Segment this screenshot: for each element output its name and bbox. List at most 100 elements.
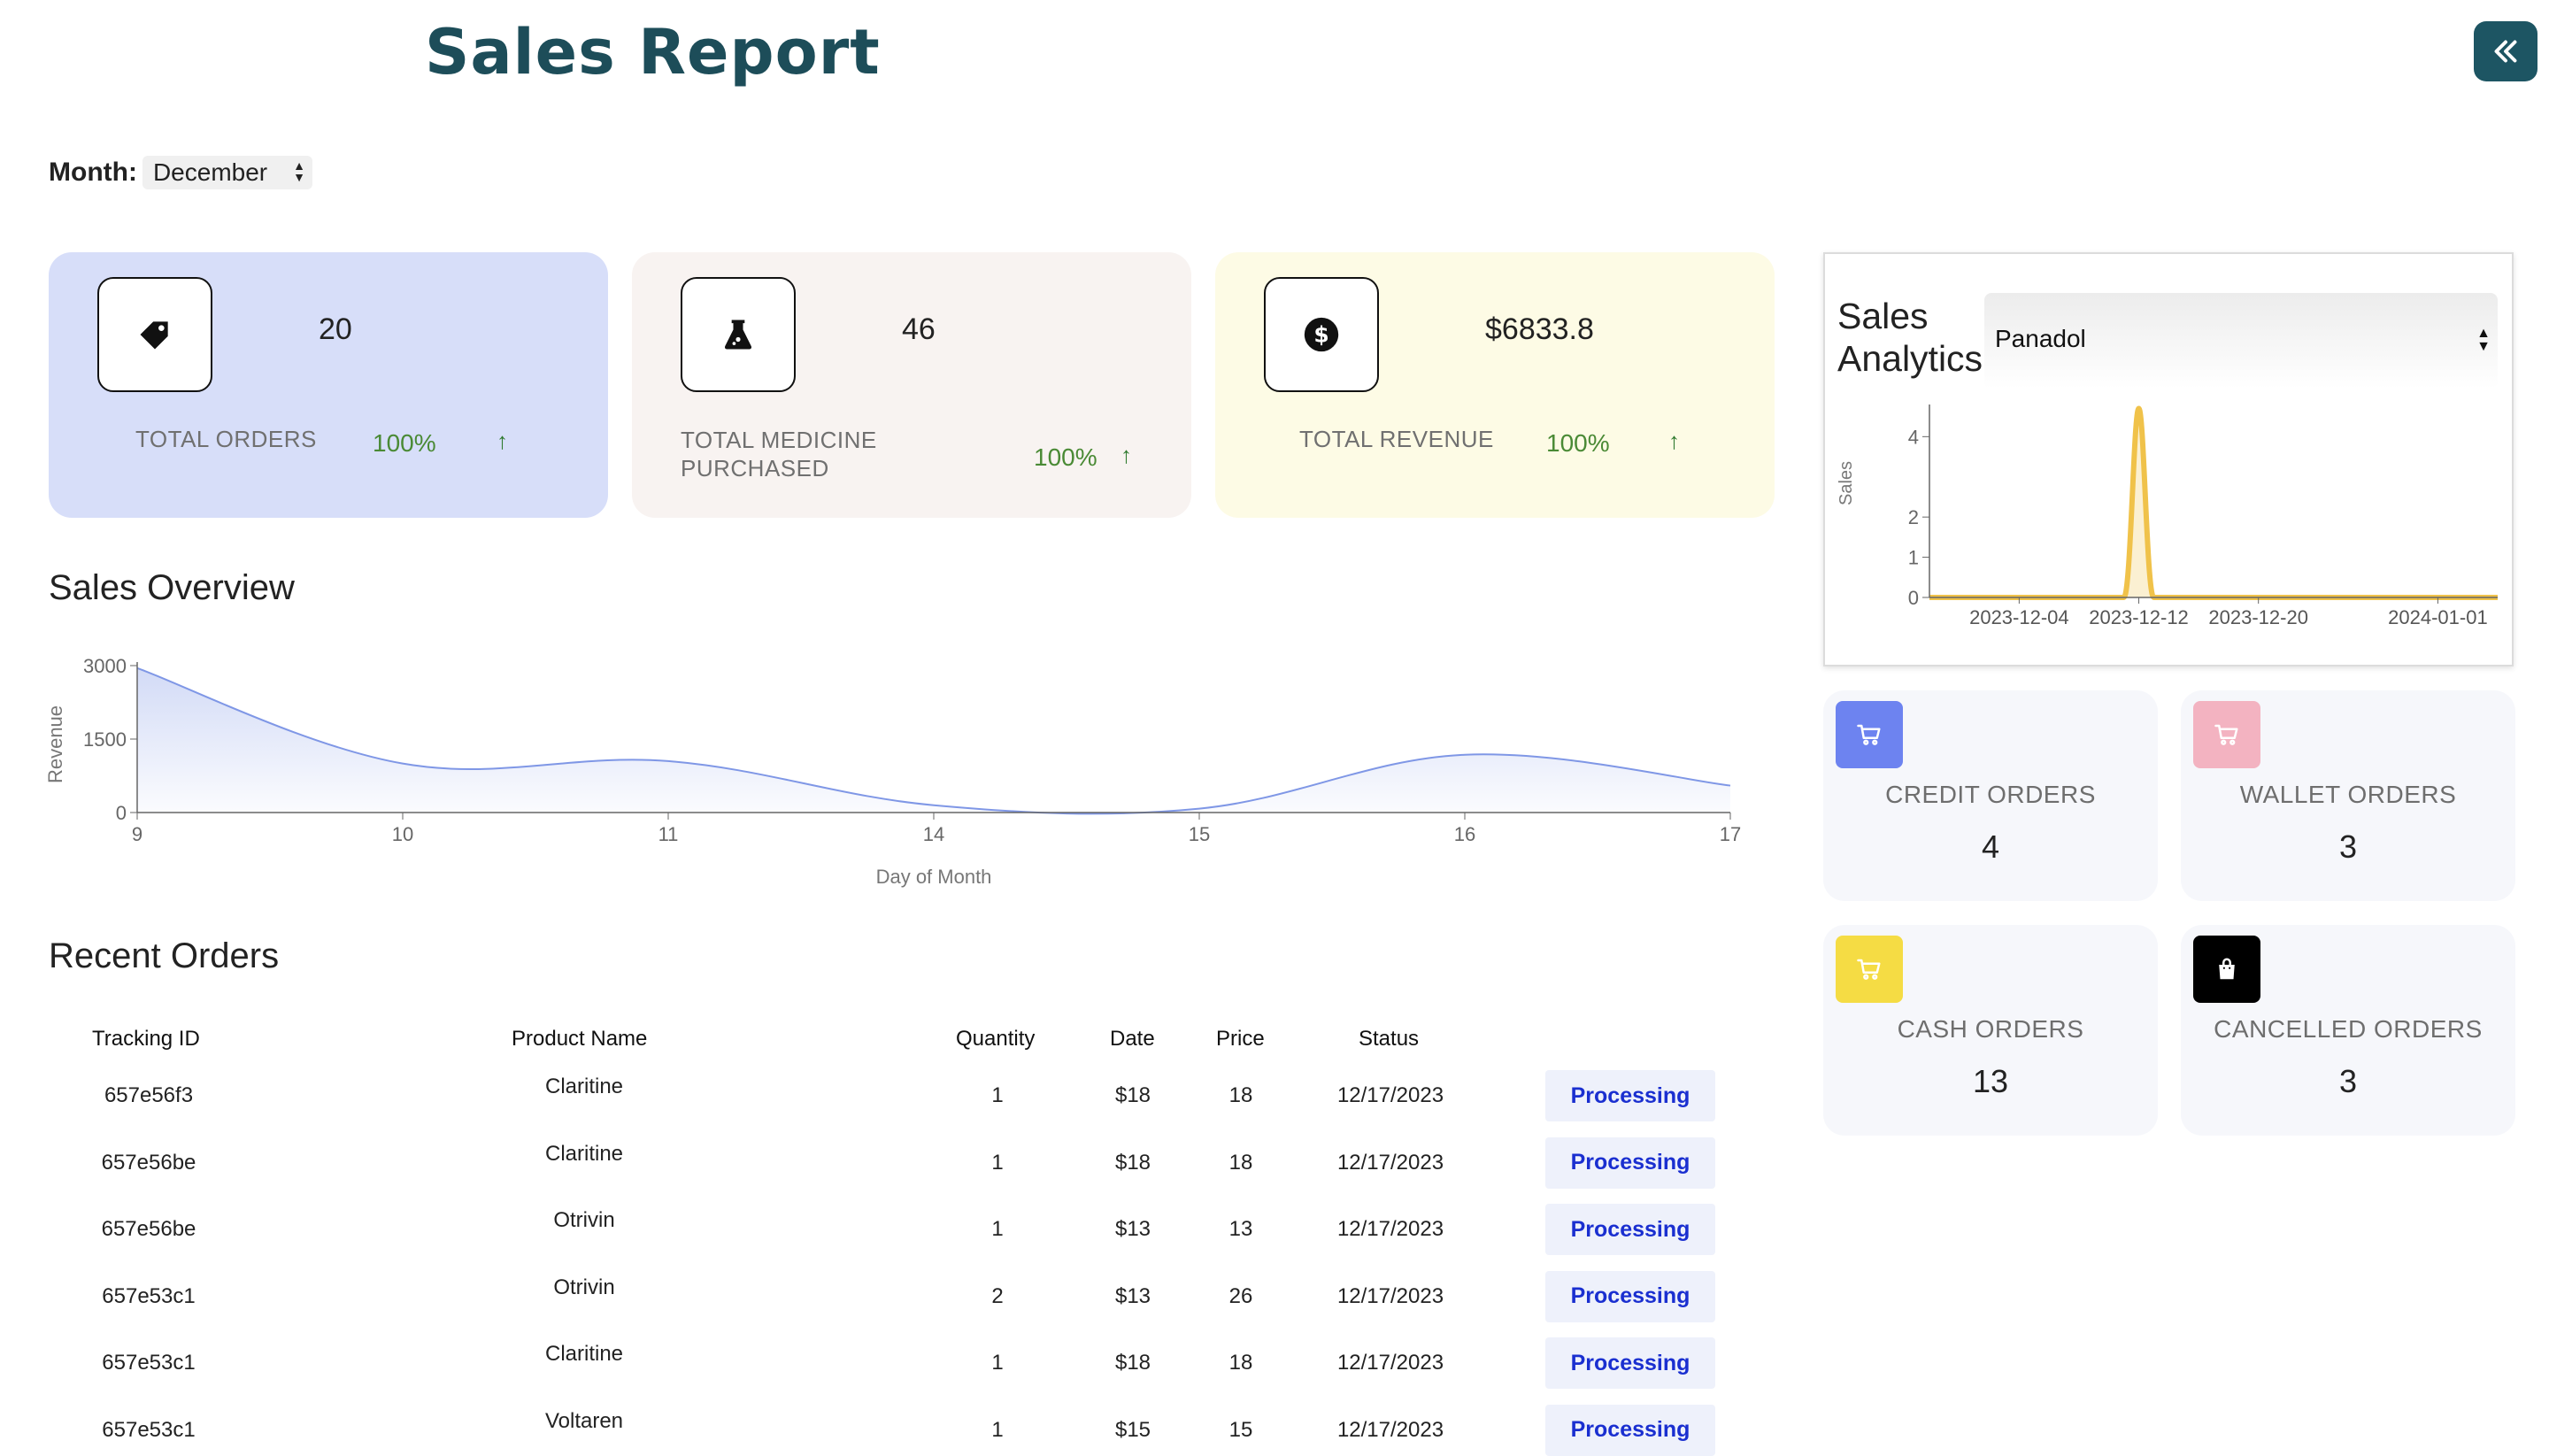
stat-percent: 100%	[373, 429, 436, 457]
stat-percent: 100%	[1546, 429, 1610, 457]
arrow-up-icon: ↑	[497, 428, 508, 454]
order-count: 4	[1981, 828, 2000, 865]
cell-tracking-id: 657e53c1	[102, 1351, 196, 1375]
stat-label: TOTAL ORDERS	[135, 426, 317, 452]
cart-icon	[2214, 724, 2238, 745]
month-select[interactable]: December ▲ ▼	[142, 156, 312, 189]
sales-analytics-panel: Sales Analytics Panadol ▲ ▼ 0 1 2 4 2023-12-0…	[1823, 252, 2514, 666]
stat-value: 20	[319, 312, 352, 346]
arrow-up-icon: ↑	[1120, 442, 1132, 468]
column-header-product-name: Product Name	[512, 1027, 648, 1051]
order-card-credit-orders: CREDIT ORDERS 4	[1823, 690, 2158, 901]
cart-icon	[1857, 959, 1881, 980]
x-tick-label: 10	[392, 823, 413, 845]
status-badge[interactable]: Processing	[1545, 1337, 1715, 1389]
cell-tracking-id: 657e53c1	[102, 1417, 196, 1442]
x-tick-label: 14	[923, 823, 944, 845]
x-tick-label: 2023-12-12	[2089, 606, 2189, 628]
y-tick-label: 0	[1908, 587, 1919, 609]
column-header-tracking-id: Tracking ID	[92, 1027, 200, 1051]
status-badge[interactable]: Processing	[1545, 1136, 1715, 1189]
cell-status-date: 12/17/2023	[1336, 1150, 1444, 1175]
stat-value: $6833.8	[1485, 312, 1594, 346]
x-tick-label: 2024-01-01	[2388, 606, 2488, 628]
order-icon-box	[2193, 701, 2260, 768]
sales-analytics-title-line: Analytics	[1837, 338, 1983, 379]
column-header-quantity: Quantity	[956, 1027, 1036, 1051]
cell-tracking-id: 657e53c1	[102, 1283, 196, 1308]
y-tick-label: 3000	[83, 655, 127, 677]
product-select-value: Panadol	[1995, 325, 2086, 352]
order-icon-box	[1836, 701, 1903, 768]
order-icon-box	[2193, 936, 2260, 1003]
stat-label-line: TOTAL MEDICINE	[681, 427, 877, 453]
cell-status-date: 12/17/2023	[1336, 1351, 1444, 1375]
cell-status-date: 12/17/2023	[1336, 1417, 1444, 1442]
stat-percent: 100%	[1034, 443, 1097, 471]
x-tick-label: 15	[1189, 823, 1210, 845]
cell-product-name: Claritine	[544, 1141, 624, 1166]
order-card-cancelled-orders: CANCELLED ORDERS 3	[2181, 925, 2515, 1136]
sales-overview-title: Sales Overview	[49, 568, 295, 607]
cell-product-name: Voltaren	[544, 1408, 624, 1433]
sales-overview-chart: 0 1500 3000 9 10 11 14 15 16 17 Day of Month Revenu…	[44, 655, 1741, 888]
y-tick-label: 4	[1908, 426, 1919, 448]
column-header-price: Price	[1216, 1027, 1265, 1051]
cell-status-date: 12/17/2023	[1336, 1083, 1444, 1107]
order-label: CASH ORDERS	[1897, 1015, 2084, 1043]
y-axis-label: Sales	[1837, 461, 1856, 505]
stat-icon-box	[681, 277, 796, 392]
flask-icon	[724, 320, 752, 350]
order-label: WALLET ORDERS	[2239, 781, 2457, 808]
stat-card-total-medicine: 46 TOTAL MEDICINE PURCHASED 100% ↑	[632, 252, 1191, 518]
cell-tracking-id: 657e56be	[101, 1150, 196, 1175]
order-card-cash-orders: CASH ORDERS 13	[1823, 925, 2158, 1136]
double-chevron-left-icon	[2494, 40, 2517, 63]
cart-icon	[1857, 724, 1881, 745]
cell-product-name: Claritine	[544, 1342, 624, 1366]
y-tick-label: 0	[116, 802, 127, 824]
month-label: Month:	[49, 158, 137, 187]
dollar-icon: $	[1304, 317, 1339, 352]
product-select[interactable]: Panadol ▲ ▼	[1984, 293, 2498, 389]
sales-analytics-chart: 0 1 2 4 2023-12-04 2023-12-12 2023-12-20 2024-0…	[1837, 404, 2498, 628]
stat-label: TOTAL REVENUE	[1299, 426, 1494, 452]
x-tick-label: 2023-12-20	[2208, 606, 2308, 628]
status-badge[interactable]: Processing	[1545, 1270, 1715, 1322]
y-tick-label: 1	[1908, 547, 1919, 569]
cell-tracking-id: 657e56be	[101, 1217, 196, 1241]
status-badge[interactable]: Processing	[1545, 1204, 1715, 1255]
order-icon-box	[1836, 936, 1903, 1003]
sales-area-fill	[137, 667, 1730, 814]
y-axis-label: Revenue	[44, 705, 66, 783]
order-count: 3	[2338, 1063, 2358, 1099]
x-tick-label: 9	[132, 823, 142, 845]
stat-card-total-revenue: $ $6833.8 TOTAL REVENUE 100% ↑	[1215, 252, 1775, 518]
order-count: 3	[2338, 828, 2358, 865]
stat-value: 46	[902, 312, 936, 346]
stat-label: TOTAL MEDICINE PURCHASED	[681, 426, 877, 482]
order-card-wallet-orders: WALLET ORDERS 3	[2181, 690, 2515, 901]
y-tick-label: 1500	[83, 728, 127, 751]
cell-product-name: Claritine	[544, 1075, 624, 1098]
cell-tracking-id: 657e56f3	[104, 1083, 194, 1107]
order-label: CREDIT ORDERS	[1885, 781, 2096, 808]
stat-label-line: PURCHASED	[681, 455, 829, 481]
stat-icon-box: $	[1264, 277, 1379, 392]
page-title: Sales Report	[425, 16, 881, 89]
recent-orders-title: Recent Orders	[49, 936, 280, 975]
analytics-area-fill	[1929, 408, 2498, 597]
y-tick-label: 2	[1908, 506, 1919, 528]
status-badge[interactable]: Processing	[1545, 1404, 1715, 1456]
collapse-sidebar-button[interactable]	[2474, 21, 2537, 81]
cell-product-name: Otrivin	[553, 1208, 615, 1232]
x-tick-label: 16	[1454, 823, 1475, 845]
sales-analytics-title: Sales Analytics	[1837, 295, 1983, 380]
status-badge[interactable]: Processing	[1545, 1070, 1715, 1121]
bag-icon	[2219, 958, 2235, 980]
stat-icon-box	[97, 277, 212, 392]
month-select-value: December	[152, 158, 268, 186]
column-header-date: Date	[1110, 1027, 1155, 1051]
order-label: CANCELLED ORDERS	[2214, 1015, 2483, 1043]
x-tick-label: 17	[1720, 823, 1741, 845]
